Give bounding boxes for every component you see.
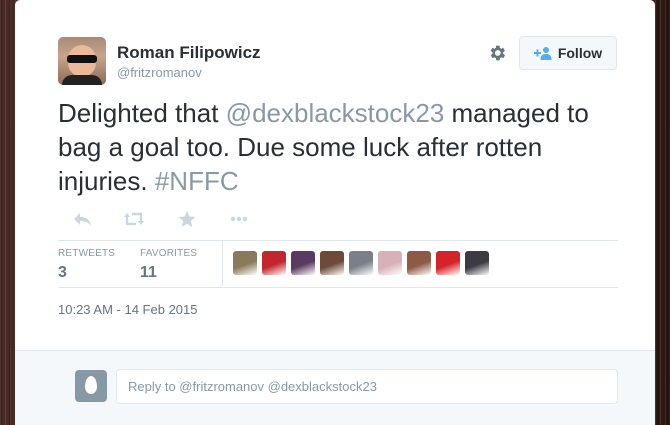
stats-divider	[222, 240, 223, 286]
follow-label: Follow	[557, 45, 603, 61]
retweets-stat[interactable]: RETWEETS 3	[58, 248, 115, 282]
favoriter-avatar[interactable]	[291, 251, 315, 275]
favoriter-avatar[interactable]	[436, 251, 460, 275]
hashtag-link[interactable]: #NFFC	[155, 166, 239, 196]
reply-icon[interactable]	[72, 209, 94, 229]
reply-box: Reply to @fritzromanov @dexblackstock23	[15, 350, 655, 425]
egg-icon	[85, 376, 97, 394]
tweet-text-start: Delighted that	[58, 98, 226, 128]
follow-button[interactable]: Follow	[519, 36, 617, 70]
gear-icon[interactable]	[487, 43, 507, 63]
favoriter-avatar[interactable]	[349, 251, 373, 275]
reply-input[interactable]: Reply to @fritzromanov @dexblackstock23	[116, 369, 618, 404]
favoriter-avatar[interactable]	[320, 251, 344, 275]
favoriter-avatar[interactable]	[407, 251, 431, 275]
favorites-count: 11	[140, 264, 157, 281]
author-name[interactable]: Roman Filipowicz	[117, 43, 261, 63]
avatar-sunglasses	[67, 55, 97, 63]
author-avatar[interactable]	[58, 37, 106, 85]
favoriter-avatar[interactable]	[233, 251, 257, 275]
favorite-icon[interactable]	[176, 209, 198, 229]
retweets-count: 3	[58, 264, 67, 281]
avatar-shirt	[62, 75, 102, 85]
mention-link[interactable]: @dexblackstock23	[226, 98, 445, 128]
tweet-timestamp[interactable]: 10:23 AM - 14 Feb 2015	[58, 302, 197, 317]
favorites-label: FAVORITES	[140, 248, 198, 259]
favoriter-avatars	[233, 251, 489, 275]
divider-top	[58, 240, 618, 241]
retweet-icon[interactable]	[123, 209, 145, 229]
divider-bottom	[58, 287, 618, 288]
favoriter-avatar[interactable]	[262, 251, 286, 275]
retweets-label: RETWEETS	[58, 248, 116, 259]
tweet-card: Roman Filipowicz @fritzromanov Follow De…	[15, 0, 655, 425]
author-handle[interactable]: @fritzromanov	[117, 65, 202, 80]
user-avatar	[75, 370, 107, 402]
favoriter-avatar[interactable]	[378, 251, 402, 275]
add-user-icon	[533, 47, 552, 60]
more-icon[interactable]	[228, 209, 250, 229]
favorites-stat[interactable]: FAVORITES 11	[140, 248, 197, 282]
tweet-text: Delighted that @dexblackstock23 managed …	[58, 96, 628, 198]
favoriter-avatar[interactable]	[465, 251, 489, 275]
